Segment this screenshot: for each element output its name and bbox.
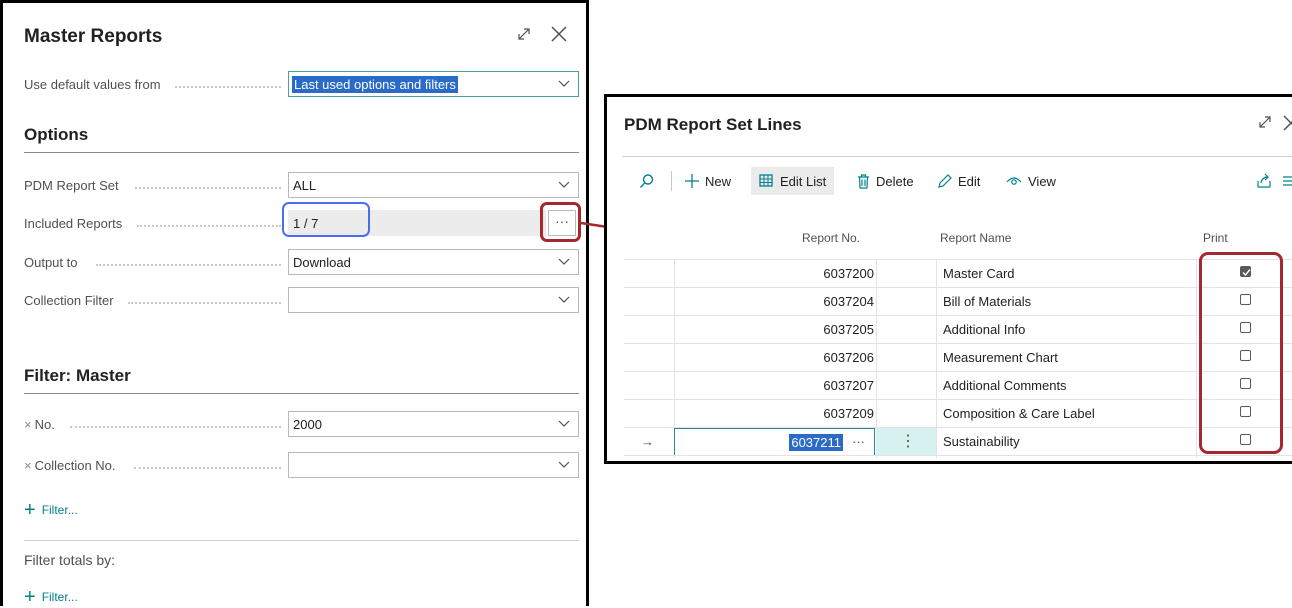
pdm-report-set-select[interactable]: ALL [288,172,579,198]
options-title: Options [24,125,89,144]
pdm-report-set-label: PDM Report Set [24,178,119,193]
filter-no-label: No. [34,417,55,432]
expand-icon[interactable] [516,26,532,42]
default-values-select[interactable]: Last used options and filters [288,71,579,97]
close-icon[interactable] [550,25,568,43]
output-to-row: Output to Download [24,249,579,277]
filter-no-select[interactable]: 2000 [288,411,579,437]
current-row-arrow-icon: → [641,434,654,449]
new-label: New [705,173,732,189]
edit-button[interactable]: Edit [937,167,980,195]
add-filter-link[interactable]: + Filter... [24,499,78,521]
output-to-label: Output to [24,255,78,270]
table-row[interactable]: 6037207 Additional Comments [624,371,1292,400]
filter-no-value: 2000 [293,417,322,432]
output-to-select[interactable]: Download [288,249,579,275]
plus-icon: + [24,586,36,608]
list-icon[interactable] [1282,167,1292,195]
view-button[interactable]: View [1006,167,1056,195]
add-filter-label: Filter... [41,503,78,517]
plus-icon: + [24,499,36,521]
included-reports-label: Included Reports [24,216,123,231]
action-bar: New Edit List Delete Edit View [622,167,1292,197]
filter-collection-no-row: × Collection No. [24,452,579,480]
close-icon[interactable] [1282,114,1292,132]
plus-icon [685,174,699,188]
window-buttons [516,25,568,43]
edit-list-button[interactable]: Edit List [751,167,835,195]
default-values-value: Last used options and filters [292,76,458,93]
table-row[interactable]: 6037209 Composition & Care Label [624,399,1292,428]
pdm-report-set-lines-dialog: PDM Report Set Lines New Edit List Delet… [604,94,1292,464]
delete-label: Delete [876,173,914,189]
search-icon[interactable] [639,167,655,195]
chevron-down-icon [558,296,570,303]
output-to-value: Download [293,255,351,270]
chevron-down-icon [558,258,570,265]
chevron-down-icon [558,461,570,468]
share-icon[interactable] [1256,167,1272,195]
collection-filter-select[interactable] [288,287,579,313]
add-filter-totals-link[interactable]: + Filter... [24,586,78,608]
edit-list-label: Edit List [780,173,827,189]
report-no-cell: 6037206 [823,350,874,365]
report-no-cell: 6037207 [823,378,874,393]
edit-list-icon [759,174,773,187]
filter-collection-no-select[interactable] [288,452,579,478]
more-vertical-icon: ⋮ [900,433,916,450]
view-label: View [1028,173,1056,189]
dialog-title: PDM Report Set Lines [624,115,802,134]
default-values-row: Use default values from Last used option… [24,71,579,99]
expand-icon[interactable] [1257,114,1273,130]
table-row[interactable]: 6037206 Measurement Chart [624,343,1292,372]
pencil-icon [938,173,952,188]
column-header-print[interactable]: Print [1203,231,1228,245]
remove-filter-icon[interactable]: × [24,417,32,432]
print-column-highlight [1199,252,1283,454]
collection-filter-label: Collection Filter [24,293,114,308]
collection-filter-row: Collection Filter [24,287,579,315]
eye-icon [1006,177,1022,185]
included-reports-highlight [282,202,370,237]
filter-collection-no-label: Collection No. [34,458,116,473]
table-row[interactable]: 6037204 Bill of Materials [624,287,1292,316]
report-no-cell: 6037204 [823,294,874,309]
chevron-down-icon [558,181,570,188]
report-no-value: 6037211 [789,434,843,451]
remove-filter-icon[interactable]: × [24,458,32,473]
dialog-title: Master Reports [24,26,163,47]
filter-no-row: × No. 2000 [24,411,579,439]
table-row[interactable]: 6037200 Master Card [624,259,1292,288]
report-no-input[interactable]: 6037211 ··· [674,428,875,456]
column-header-report-no[interactable]: Report No. [802,231,860,245]
table-row[interactable]: 6037205 Additional Info [624,315,1292,344]
delete-button[interactable]: Delete [857,167,914,195]
chevron-down-icon [558,80,570,87]
report-no-assist-button[interactable]: ··· [852,434,865,449]
edit-label: Edit [958,173,981,189]
filter-totals-label: Filter totals by: [24,552,116,568]
table-row-current[interactable]: → 6037211 ··· ⋮ Sustainability [624,427,1292,456]
report-no-cell: 6037205 [823,322,874,337]
new-button[interactable]: New [685,167,731,195]
column-header-report-name[interactable]: Report Name [940,231,1011,245]
pdm-report-set-row: PDM Report Set ALL [24,172,579,200]
add-filter-totals-label: Filter... [41,590,78,604]
filter-master-title: Filter: Master [24,366,131,385]
chevron-down-icon [558,420,570,427]
pdm-report-set-value: ALL [293,178,317,193]
master-reports-dialog: Master Reports Use default values from L… [0,0,589,608]
default-values-label: Use default values from [24,77,161,92]
report-no-cell: 6037200 [823,266,874,281]
row-menu-button[interactable]: ⋮ [876,428,936,456]
trash-icon [858,173,869,189]
report-no-cell: 6037209 [823,406,874,421]
